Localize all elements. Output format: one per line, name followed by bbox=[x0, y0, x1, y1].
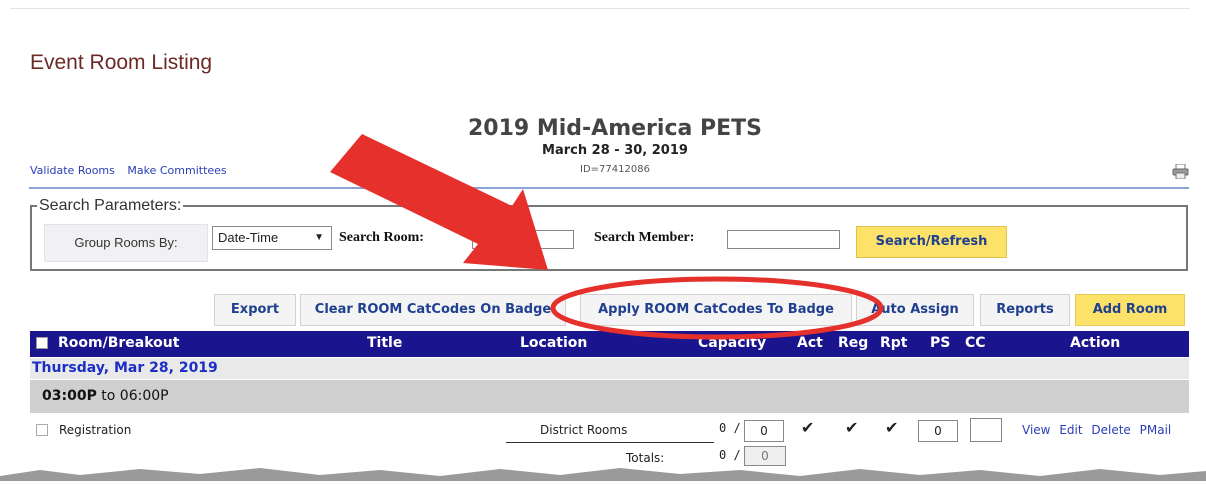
red-highlight-ellipse bbox=[550, 276, 884, 340]
torn-edge bbox=[0, 466, 1206, 481]
annotation-overlay bbox=[330, 134, 884, 340]
red-arrow-icon bbox=[330, 134, 548, 270]
